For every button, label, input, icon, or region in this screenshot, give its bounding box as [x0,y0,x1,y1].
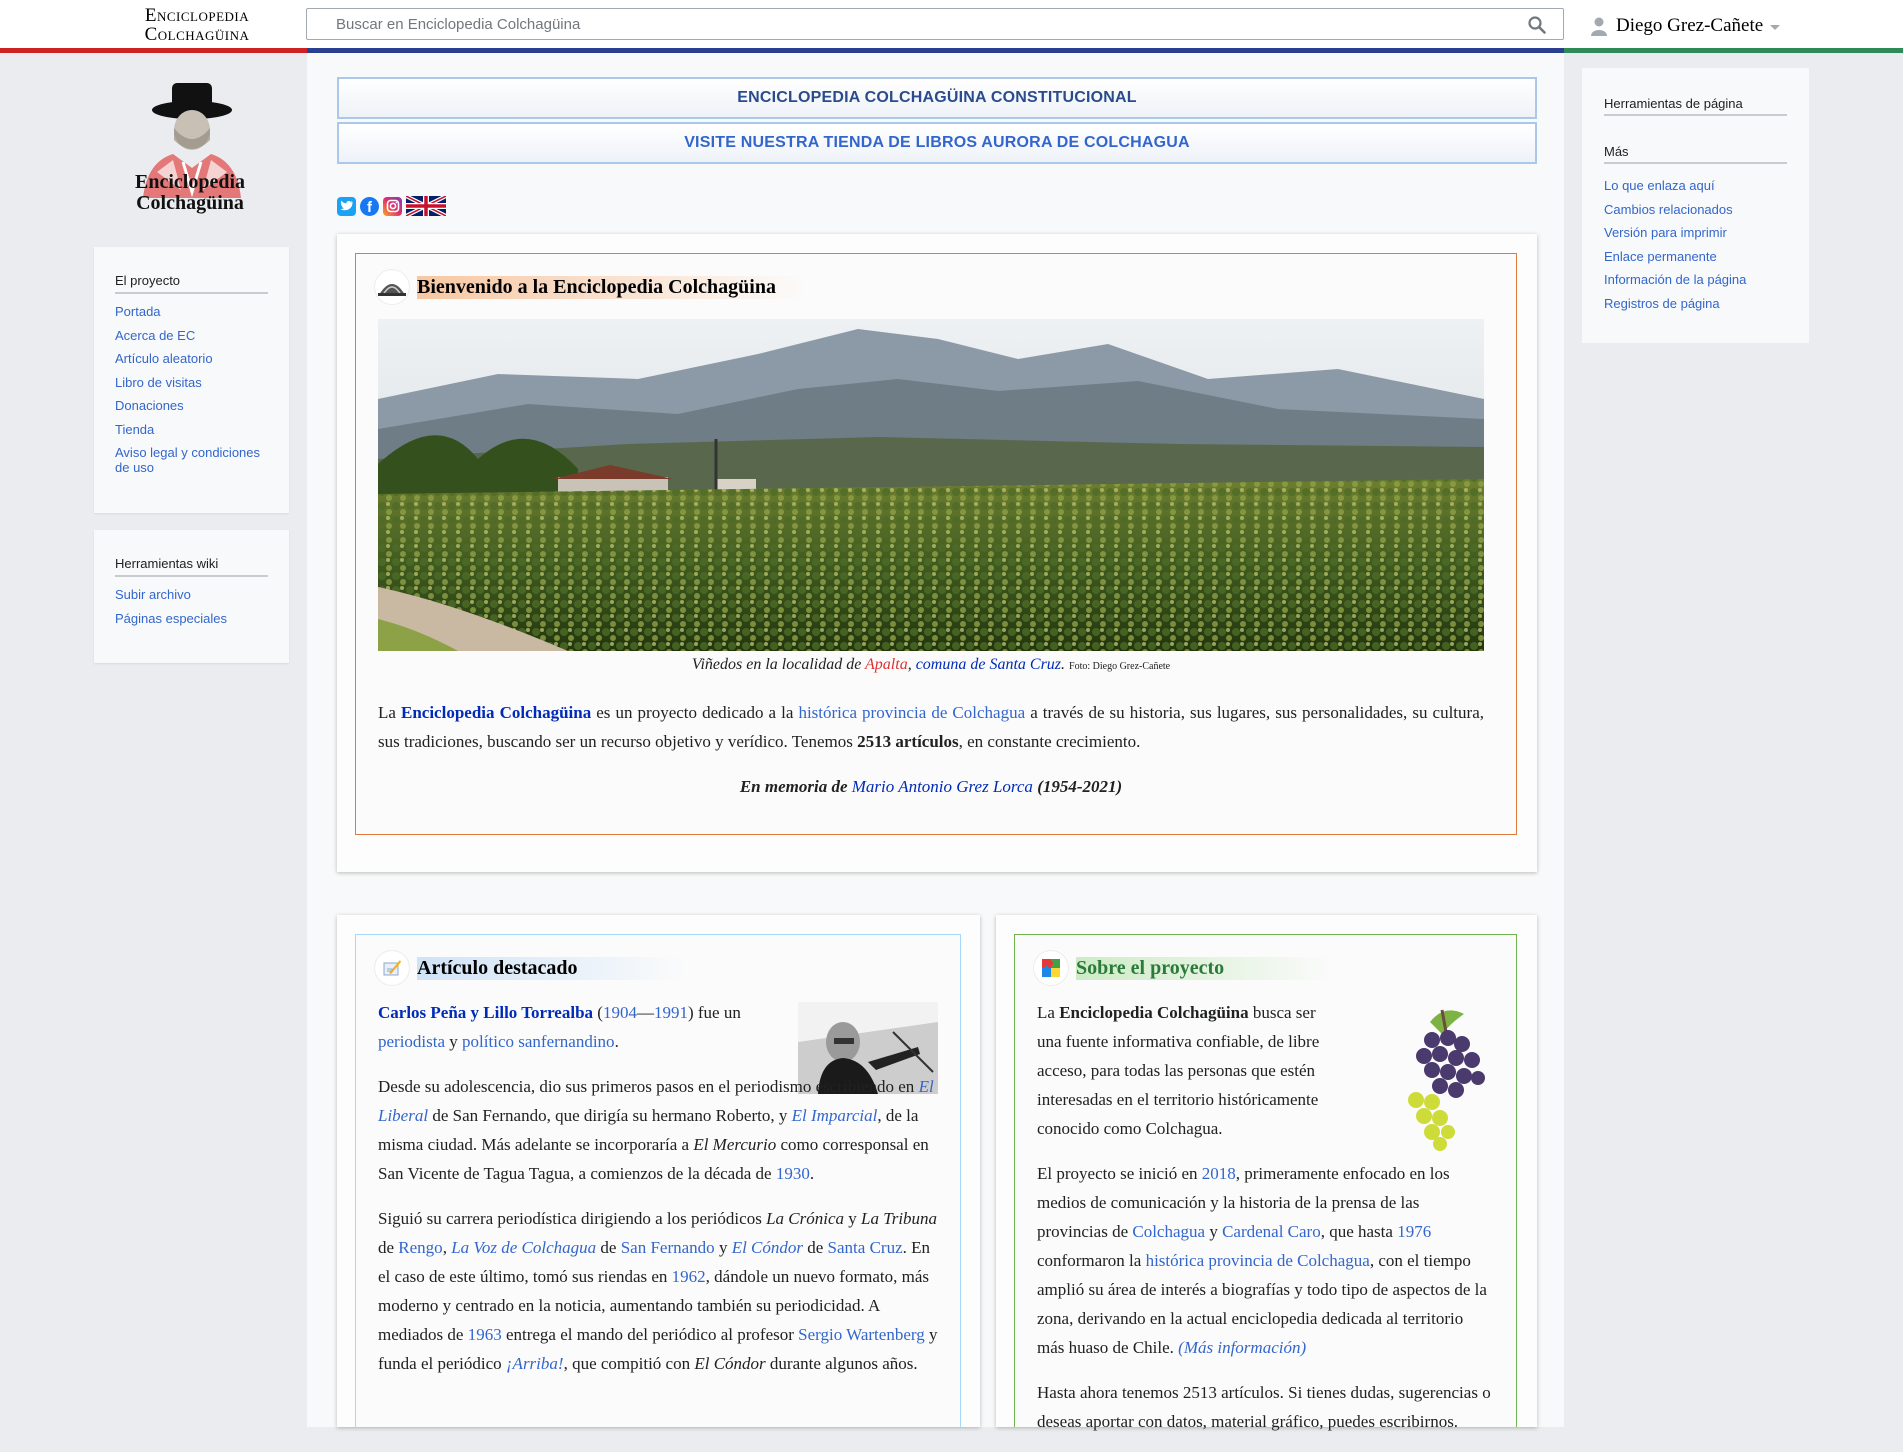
uk-flag-icon[interactable] [406,196,446,216]
user-icon [1591,17,1607,36]
memoriam-link[interactable]: Mario Antonio Grez Lorca [852,777,1033,796]
article-count: 2513 artículos [857,732,959,751]
ec-link[interactable]: Enciclopedia Colchagüina [401,703,591,722]
tool-informacion-pagina[interactable]: Información de la página [1604,272,1787,287]
wordmark-line1: Enciclopedia [144,5,250,26]
tool-registros-pagina[interactable]: Registros de página [1604,296,1787,311]
cardenal-caro-link[interactable]: Cardenal Caro [1222,1222,1321,1241]
sidebar-item-aviso-legal[interactable]: Aviso legal y condiciones de uso [115,445,268,475]
colchagua-link[interactable]: Colchagua [1132,1222,1205,1241]
memoriam-line: En memoria de Mario Antonio Grez Lorca (… [739,777,1123,796]
year-1962-link[interactable]: 1962 [672,1267,706,1286]
provincia-link-2[interactable]: histórica provincia de Colchagua [1146,1251,1370,1270]
about-title: Sobre el proyecto [1034,951,1335,985]
sidebar-item-donaciones[interactable]: Donaciones [115,398,268,413]
logo-line2: Colchagüina [136,192,244,214]
user-name: Diego Grez-Cañete [1616,15,1764,36]
el-condor-link[interactable]: El Cóndor [732,1238,803,1257]
search-icon[interactable] [1527,15,1547,35]
search-input[interactable] [336,16,1486,33]
sergio-wartenberg-link[interactable]: Sergio Wartenberg [798,1325,925,1344]
logo-line1: Enciclopedia [134,171,245,193]
san-fernando-link[interactable]: San Fernando [621,1238,715,1257]
featured-title: Artículo destacado [375,951,688,985]
wordmark-line2: Colchagüina [144,24,250,45]
user-menu[interactable]: Diego Grez-Cañete [1590,14,1781,38]
more-heading: Más [1604,144,1787,164]
sidebar-item-aleatorio[interactable]: Artículo aleatorio [115,351,268,366]
social-links: f [337,196,446,216]
sidebar-item-tienda[interactable]: Tienda [115,422,268,437]
year-1991-link[interactable]: 1991 [654,1003,688,1022]
chevron-down-icon [1770,24,1781,30]
politico-link[interactable]: político [462,1032,514,1051]
year-1930-link[interactable]: 1930 [776,1164,810,1183]
tool-lo-que-enlaza[interactable]: Lo que enlaza aquí [1604,178,1787,193]
page-tools-heading: Herramientas de página [1604,96,1787,116]
year-1963-link[interactable]: 1963 [468,1325,502,1344]
year-2018-link[interactable]: 2018 [1202,1164,1236,1183]
sidebar-item-paginas-especiales[interactable]: Páginas especiales [115,611,268,626]
twitter-icon[interactable] [337,196,356,216]
facebook-icon[interactable]: f [360,196,379,216]
rengo-link[interactable]: Rengo [398,1238,442,1257]
santa-cruz-link[interactable]: comuna de Santa Cruz [916,656,1061,673]
puzzle-icon [1034,951,1068,985]
search-box[interactable] [306,8,1564,40]
welcome-intro: La Enciclopedia Colchagüina es un proyec… [378,703,1484,751]
mas-informacion-link[interactable]: (Más información) [1178,1338,1306,1357]
voz-colchagua-link[interactable]: La Voz de Colchagua [451,1238,596,1257]
tool-cambios-relacionados[interactable]: Cambios relacionados [1604,202,1787,217]
top-bar: Enciclopedia Colchagüina Diego Grez-Cañe… [0,0,1903,48]
instagram-icon[interactable] [383,196,402,216]
apalta-link[interactable]: Apalta [865,656,908,673]
welcome-title: Bienvenido a la Enciclopedia Colchagüina [375,270,806,304]
banner-constitucional[interactable]: ENCICLOPEDIA COLCHAGÜINA CONSTITUCIONAL [337,77,1537,119]
sidebar-item-libro-visitas[interactable]: Libro de visitas [115,375,268,390]
sidebar-heading-wiki: Herramientas wiki [115,556,268,577]
vineyard-photo [378,319,1484,651]
tool-version-imprimir[interactable]: Versión para imprimir [1604,225,1787,240]
sidebar-wiki-tools-portlet: Herramientas wiki Subir archivo Páginas … [94,530,289,663]
quill-icon [375,951,409,985]
santa-cruz-link-2[interactable]: Santa Cruz [828,1238,903,1257]
el-imparcial-link[interactable]: El Imparcial [792,1106,878,1125]
sidebar-project-portlet: El proyecto Portada Acerca de EC Artícul… [94,247,289,513]
site-logo[interactable]: Enciclopedia Colchagüina [125,80,255,215]
about-body: La Enciclopedia Colchagüina busca ser un… [1037,1003,1491,1431]
sidebar-heading-project: El proyecto [115,273,268,294]
site-wordmark[interactable]: Enciclopedia Colchagüina [112,6,282,44]
year-1976-link[interactable]: 1976 [1397,1222,1431,1241]
tool-enlace-permanente[interactable]: Enlace permanente [1604,249,1787,264]
sidebar-item-portada[interactable]: Portada [115,304,268,319]
welcome-emblem-icon [375,270,409,304]
sanfernandino-link[interactable]: sanfernandino [518,1032,614,1051]
featured-article-link[interactable]: Carlos Peña y Lillo Torrealba [378,1003,593,1022]
year-1904-link[interactable]: 1904 [603,1003,637,1022]
photo-credit: Foto: Diego Grez-Cañete [1069,661,1171,672]
photo-caption: Viñedos en la localidad de Apalta, comun… [691,656,1171,673]
banner-tienda[interactable]: VISITE NUESTRA TIENDA DE LIBROS AURORA D… [337,122,1537,164]
featured-body: Carlos Peña y Lillo Torrealba (1904—1991… [378,1003,938,1373]
periodista-link[interactable]: periodista [378,1032,445,1051]
sidebar-item-acerca[interactable]: Acerca de EC [115,328,268,343]
page-tools-portlet: Herramientas de página Más Lo que enlaza… [1582,68,1809,343]
arriba-link[interactable]: ¡Arriba! [506,1354,564,1373]
provincia-link[interactable]: histórica provincia de Colchagua [798,703,1025,722]
sidebar-item-subir-archivo[interactable]: Subir archivo [115,587,268,602]
